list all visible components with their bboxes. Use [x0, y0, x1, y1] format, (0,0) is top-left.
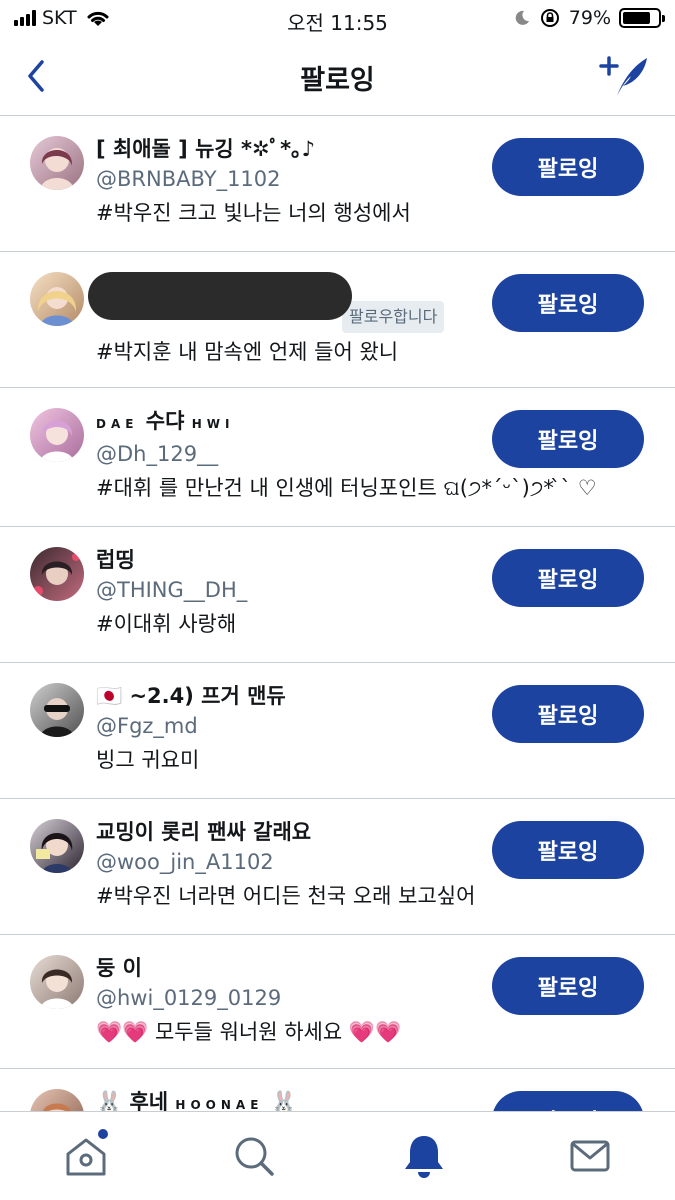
following-button[interactable]: 팔로잉 [492, 410, 644, 468]
battery-icon [619, 8, 665, 28]
status-bar: SKT 오전 11:55 79% [0, 0, 675, 38]
name-suffix: HWI [191, 417, 235, 431]
avatar[interactable] [30, 819, 84, 873]
tab-bar [0, 1111, 675, 1200]
user-bio: #이대휘 사랑해 [96, 612, 237, 636]
user-name: 둥 이 [96, 956, 142, 980]
name-prefix: DAE [96, 417, 139, 431]
user-info: 🇯🇵 ~2.4) 프거 맨듀 @Fgz_md 빙그 귀요미 [96, 681, 485, 775]
tab-home[interactable] [62, 1129, 110, 1180]
user-name: 🐰 후네 HOONAE 🐰 [96, 1087, 485, 1111]
avatar[interactable] [30, 1089, 84, 1111]
following-button[interactable]: 팔로잉 [492, 138, 644, 196]
following-button[interactable]: 팔로잉 [492, 1091, 644, 1111]
following-button[interactable]: 팔로잉 [492, 685, 644, 743]
search-icon [235, 1137, 274, 1176]
list-item[interactable]: 교밍이 롯리 팬싸 갈래요 @woo_jin_A1102 #박우진 너라면 어디… [0, 799, 675, 935]
user-info: DAE 수댜 HWI @Dh_129__ #대휘 를 만난건 내 인생에 터닝포… [96, 406, 597, 503]
battery-percent: 79% [568, 7, 611, 29]
rotation-lock-icon [540, 9, 559, 27]
list-item[interactable]: DAE 수댜 HWI @Dh_129__ #대휘 를 만난건 내 인생에 터닝포… [0, 388, 675, 527]
avatar[interactable] [30, 683, 84, 737]
tab-notifications[interactable] [400, 1132, 448, 1180]
page-title: 팔로잉 [300, 65, 375, 96]
user-bio: 빙그 귀요미 [96, 748, 200, 772]
following-button[interactable]: 팔로잉 [492, 957, 644, 1015]
user-bio: #박우진 크고 빛나는 너의 행성에서 [96, 201, 411, 225]
avatar[interactable] [30, 955, 84, 1009]
notifications-icon [405, 1136, 443, 1178]
avatar-image [43, 1103, 71, 1111]
list-item[interactable]: [ 최애돌 ] 뉴깅 *✲ﾟ*｡♪ @BRNBABY_1102 #박우진 크고 … [0, 116, 675, 252]
user-info: 럽띵 @THING__DH_ #이대휘 사랑해 [96, 545, 485, 639]
header: 팔로잉 [0, 38, 675, 116]
avatar-image [33, 553, 80, 596]
avatar-image [36, 833, 73, 873]
name-small: HOONAE [175, 1098, 264, 1111]
user-bio: #박지훈 내 맘속엔 언제 들어 왔니 [96, 340, 399, 364]
list-item[interactable]: 럽띵 @THING__DH_ #이대휘 사랑해 팔로잉 [0, 527, 675, 663]
home-icon [66, 1138, 106, 1176]
avatar[interactable] [30, 547, 84, 601]
list-item[interactable]: 🐰 후네 HOONAE 🐰 팔로잉 [0, 1069, 675, 1111]
messages-icon [570, 1140, 610, 1172]
following-list: [ 최애돌 ] 뉴깅 *✲ﾟ*｡♪ @BRNBABY_1102 #박우진 크고 … [0, 116, 675, 1111]
user-handle: @woo_jin_A1102 [96, 850, 274, 874]
following-button[interactable]: 팔로잉 [492, 274, 644, 332]
user-handle: @BRNBABY_1102 [96, 167, 281, 191]
status-right: 79% [513, 7, 665, 29]
user-info: 🐰 후네 HOONAE 🐰 [96, 1087, 485, 1111]
user-name: 교밍이 롯리 팬싸 갈래요 [96, 820, 312, 844]
tab-search[interactable] [230, 1132, 278, 1180]
list-item[interactable]: 둥 이 @hwi_0129_0129 💗💗 모두들 워너원 하세요 💗💗 팔로잉 [0, 935, 675, 1069]
user-bio: #박우진 너라면 어디든 천국 오래 보고싶어 [96, 884, 476, 908]
user-bio: 💗💗 모두들 워너원 하세요 💗💗 [96, 1020, 402, 1044]
user-handle: @THING__DH_ [96, 578, 248, 602]
user-info: [ 최애돌 ] 뉴깅 *✲ﾟ*｡♪ @BRNBABY_1102 #박우진 크고 … [96, 134, 485, 228]
user-bio: #대휘 를 만난건 내 인생에 터닝포인트 ଘ(੭*ˊᵕˋ)੭* ̀ˋ ♡ [96, 476, 597, 500]
user-name: 럽띵 [96, 548, 135, 572]
name-main: 🐰 후네 [96, 1090, 169, 1111]
moon-icon [515, 10, 529, 25]
avatar-image [37, 287, 77, 326]
avatar[interactable] [30, 136, 84, 190]
user-name: DAE 수댜 HWI [96, 406, 485, 439]
user-info: 교밍이 롯리 팬싸 갈래요 @woo_jin_A1102 #박우진 너라면 어디… [96, 817, 485, 911]
user-handle: @hwi_0129_0129 [96, 986, 282, 1010]
user-info: 둥 이 @hwi_0129_0129 💗💗 모두들 워너원 하세요 💗💗 [96, 953, 485, 1047]
add-follow-icon[interactable] [599, 54, 651, 100]
avatar[interactable] [30, 408, 84, 462]
following-button[interactable]: 팔로잉 [492, 821, 644, 879]
list-item[interactable]: 🇯🇵 ~2.4) 프거 맨듀 @Fgz_md 빙그 귀요미 팔로잉 [0, 663, 675, 799]
avatar-image [40, 148, 74, 190]
user-name: 🇯🇵 ~2.4) 프거 맨듀 [96, 684, 286, 708]
name-suffix: 🐰 [270, 1090, 297, 1111]
avatar-image [40, 698, 74, 737]
avatar-image [40, 421, 74, 462]
avatar-image [40, 969, 74, 1009]
user-name: [ 최애돌 ] 뉴깅 *✲ﾟ*｡♪ [96, 137, 316, 161]
avatar[interactable] [30, 272, 84, 326]
user-handle: @Fgz_md [96, 714, 198, 738]
list-item[interactable]: 팔로우합니다 #박지훈 내 맘속엔 언제 들어 왔니 팔로잉 [0, 252, 675, 388]
name-main: 수댜 [145, 409, 185, 433]
redacted-block [88, 272, 352, 320]
battery-fill [623, 12, 650, 24]
tab-messages[interactable] [566, 1132, 614, 1180]
following-button[interactable]: 팔로잉 [492, 549, 644, 607]
follows-you-badge: 팔로우합니다 [342, 301, 445, 333]
user-handle: @Dh_129__ [96, 442, 219, 466]
notification-dot [98, 1129, 108, 1139]
